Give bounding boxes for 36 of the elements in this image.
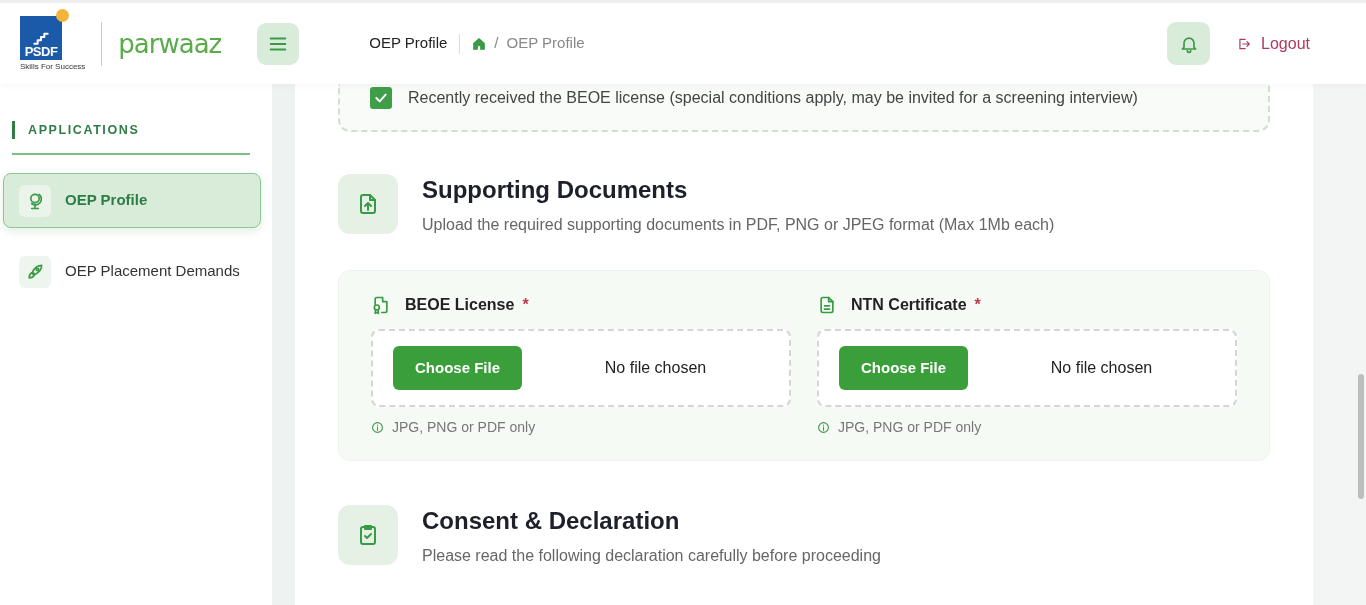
breadcrumb-separator: / <box>494 33 499 54</box>
info-icon <box>817 420 830 434</box>
section-subtitle: Please read the following declaration carefully before proceeding <box>422 545 881 566</box>
choose-file-button[interactable]: Choose File <box>839 345 968 390</box>
brand-logo: parwaaz <box>118 30 222 57</box>
hint-text: JPG, PNG or PDF only <box>392 417 536 437</box>
sidebar-item[interactable]: OEP Profile <box>3 173 261 228</box>
notifications-button[interactable] <box>1167 22 1211 65</box>
sun-icon <box>56 9 69 22</box>
logout-button[interactable]: Logout <box>1237 31 1310 56</box>
option-label: Recently received the BEOE license (special conditions apply, may be invited for a screening interview) <box>408 88 1138 108</box>
field-label: NTN Certificate <box>851 294 967 315</box>
info-icon <box>371 420 384 434</box>
certificate-icon <box>371 294 391 315</box>
section-subtitle: Upload the required supporting documents in PDF, PNG or JPEG format (Max 1Mb each) <box>422 214 1055 235</box>
hint-text: JPG, PNG or PDF only <box>838 417 982 437</box>
field-label: BEOE License <box>405 294 515 315</box>
logout-icon <box>1237 36 1252 51</box>
page-title: OEP Profile <box>369 33 448 54</box>
checkbox[interactable] <box>370 87 392 109</box>
logo-text: PSDF <box>24 45 58 60</box>
file-status: No file chosen <box>603 357 708 378</box>
sidebar-item[interactable]: OEP Placement Demands <box>3 244 261 299</box>
logo-tagline: Skills For Success <box>20 63 86 71</box>
breadcrumb-item[interactable]: OEP Profile <box>506 32 585 55</box>
menu-button[interactable] <box>257 22 300 65</box>
choose-file-button[interactable]: Choose File <box>393 345 522 390</box>
home-icon[interactable] <box>472 36 487 51</box>
required-marker: * <box>974 294 981 315</box>
file-input[interactable]: Choose File No file chosen <box>371 328 791 407</box>
section-title: Consent & Declaration <box>422 506 681 536</box>
document-icon <box>817 294 837 315</box>
file-status: No file chosen <box>1049 357 1154 378</box>
section-title: Supporting Documents <box>422 176 689 205</box>
file-input[interactable]: Choose File No file chosen <box>817 328 1237 407</box>
required-marker: * <box>522 294 529 315</box>
